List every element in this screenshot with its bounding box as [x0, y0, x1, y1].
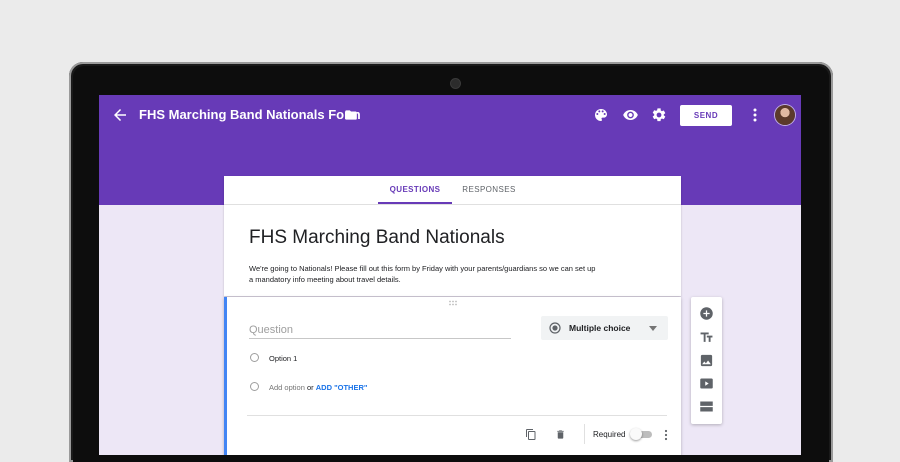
settings-gear-icon[interactable]	[651, 107, 667, 123]
add-option-row: Add option or ADD "OTHER"	[269, 383, 367, 392]
drag-handle-icon[interactable]	[448, 300, 460, 306]
preview-eye-icon[interactable]	[622, 107, 639, 123]
form-header-title: FHS Marching Band Nationals Form	[139, 107, 361, 122]
footer-divider	[247, 415, 667, 416]
add-question-icon[interactable]	[699, 306, 714, 321]
more-vert-icon[interactable]	[750, 107, 760, 123]
question-type-label: Multiple choice	[569, 323, 631, 333]
required-toggle[interactable]	[630, 428, 654, 440]
question-card[interactable]: Multiple choice Option 1 Add option or A…	[224, 297, 681, 455]
radio-button-icon	[549, 322, 561, 334]
duplicate-icon[interactable]	[525, 428, 537, 441]
form-description[interactable]: We're going to Nationals! Please fill ou…	[249, 263, 599, 285]
folder-icon[interactable]	[344, 108, 358, 122]
toggle-thumb	[630, 428, 642, 440]
send-button[interactable]: SEND	[680, 105, 732, 126]
palette-icon[interactable]	[593, 107, 609, 123]
form-header-card: QUESTIONS RESPONSES FHS Marching Band Na…	[224, 176, 681, 296]
back-arrow-icon[interactable]	[111, 106, 129, 124]
question-type-select[interactable]: Multiple choice	[541, 316, 668, 340]
delete-trash-icon[interactable]	[555, 428, 566, 441]
tab-bar: QUESTIONS RESPONSES	[224, 176, 681, 205]
add-option-radio	[250, 382, 259, 391]
dropdown-caret-icon	[649, 326, 657, 331]
add-other-link[interactable]: ADD "OTHER"	[316, 383, 368, 392]
image-icon[interactable]	[699, 353, 714, 368]
webcam	[451, 79, 460, 88]
active-tab-indicator	[378, 202, 452, 204]
required-label: Required	[593, 430, 626, 439]
title-icon[interactable]	[699, 330, 714, 345]
footer-vertical-divider	[584, 424, 585, 444]
or-text: or	[306, 383, 314, 392]
option-radio	[250, 353, 259, 362]
video-icon[interactable]	[699, 376, 714, 391]
tab-responses[interactable]: RESPONSES	[452, 176, 526, 204]
tab-questions[interactable]: QUESTIONS	[378, 176, 452, 204]
question-input[interactable]	[249, 322, 511, 339]
side-toolbar	[691, 297, 722, 424]
question-more-icon[interactable]	[663, 429, 669, 441]
option-label[interactable]: Option 1	[269, 354, 297, 363]
add-option-link[interactable]: Add option	[269, 383, 305, 392]
section-icon[interactable]	[699, 399, 714, 414]
form-title[interactable]: FHS Marching Band Nationals	[249, 227, 505, 249]
user-avatar[interactable]	[775, 105, 795, 125]
app-screen: FHS Marching Band Nationals Form SEND QU…	[99, 95, 801, 455]
